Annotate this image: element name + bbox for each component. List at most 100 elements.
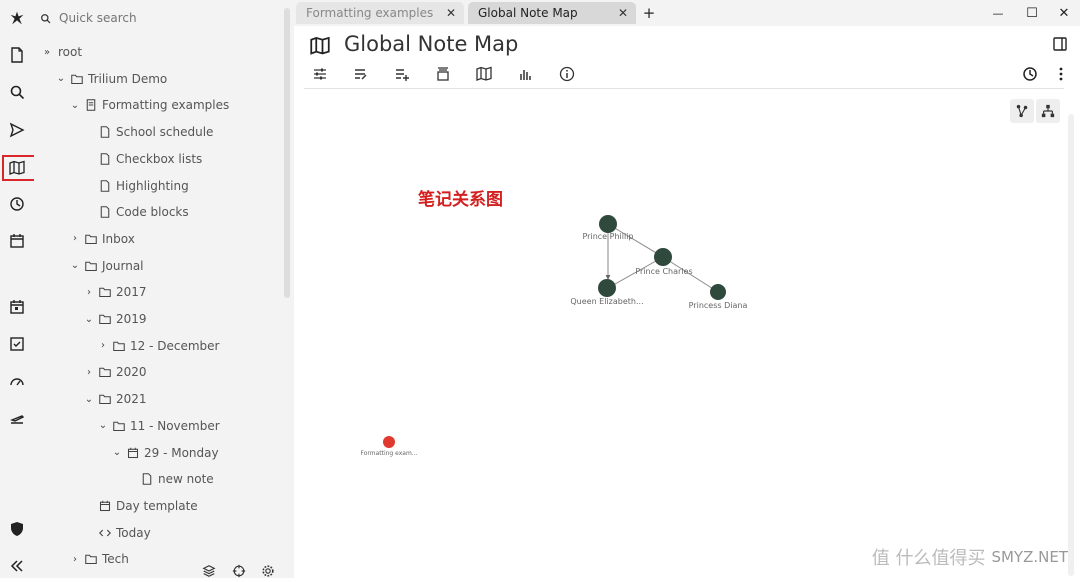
tree-item-inbox[interactable]: › Inbox	[68, 228, 135, 250]
tree-scrollbar[interactable]	[284, 8, 290, 298]
tree-item-journal[interactable]: ⌄ Journal	[68, 255, 144, 277]
launcher-bar	[0, 0, 34, 578]
code-icon	[98, 526, 112, 540]
tree-item-tech[interactable]: › Tech	[68, 548, 129, 570]
tree-item-highlighting[interactable]: Highlighting	[82, 175, 189, 197]
map-node-dot[interactable]	[383, 436, 395, 448]
folder-icon	[84, 552, 98, 566]
tree-item-2017[interactable]: › 2017	[82, 281, 147, 303]
more-options-icon[interactable]	[1051, 64, 1071, 84]
new-note-icon[interactable]	[0, 40, 34, 70]
today-icon[interactable]	[0, 292, 34, 322]
tree-item-11-november[interactable]: ⌄ 11 - November	[96, 415, 220, 437]
new-tab-button[interactable]: +	[639, 3, 659, 23]
map-node-prince-charles[interactable]: Prince Charles	[635, 248, 693, 276]
tree-item-2020[interactable]: › 2020	[82, 361, 147, 383]
shield-icon[interactable]	[0, 514, 34, 544]
map-node-label: Queen Elizabeth...	[570, 297, 643, 306]
search-icon[interactable]	[0, 77, 34, 107]
tab-global-note-map[interactable]: Global Note Map ✕	[468, 2, 636, 24]
close-window-button[interactable]: ✕	[1054, 3, 1074, 23]
layers-icon[interactable]	[202, 563, 216, 582]
tree-item-2021[interactable]: ⌄ 2021	[82, 388, 147, 410]
tree-item-today[interactable]: Today	[82, 522, 151, 544]
expand-toggle-icon[interactable]: ›	[68, 233, 82, 244]
watermark: 值 什么值得买 SMYZ.NET	[872, 544, 1068, 570]
tasks-icon[interactable]	[0, 329, 34, 359]
map-node-dot[interactable]	[654, 248, 672, 266]
close-tab-icon[interactable]: ✕	[618, 6, 628, 20]
note-map[interactable]: Prince Phillip Prince Charles Queen Eliz…	[304, 88, 1064, 579]
history-icon[interactable]	[0, 189, 34, 219]
tree-item-trilium-demo[interactable]: ⌄ Trilium Demo	[54, 68, 167, 90]
expand-toggle-icon[interactable]: ⌄	[82, 314, 96, 325]
tree-item-12-december[interactable]: › 12 - December	[96, 335, 219, 357]
tree-map-button[interactable]	[1036, 99, 1060, 123]
watermark-text: 值 什么值得买	[871, 548, 986, 569]
note-map-canvas[interactable]: Prince Phillip Prince Charles Queen Eliz…	[304, 89, 1064, 579]
folder-icon	[98, 365, 112, 379]
gear-icon[interactable]	[261, 563, 275, 582]
map-node-label: Formatting exam...	[360, 450, 417, 457]
collapse-icon[interactable]	[0, 551, 34, 581]
tree-item-label: Checkbox lists	[116, 151, 203, 166]
expand-toggle-icon[interactable]: ›	[82, 367, 96, 378]
expand-toggle-icon[interactable]: ⌄	[110, 447, 124, 458]
tree-item-2019[interactable]: ⌄ 2019	[82, 308, 147, 330]
tree-item-school-schedule[interactable]: School schedule	[82, 121, 213, 143]
info-icon[interactable]	[557, 64, 577, 84]
calendar-icon[interactable]	[0, 226, 34, 256]
crosshair-icon[interactable]	[232, 563, 246, 582]
tree-item-new-note[interactable]: new note	[124, 468, 214, 490]
maximize-button[interactable]: ☐	[1022, 3, 1042, 23]
note-title[interactable]: Global Note Map	[344, 32, 518, 56]
tree-item-29-monday[interactable]: ⌄ 29 - Monday	[110, 442, 219, 464]
expand-toggle-icon[interactable]: »	[40, 47, 54, 58]
map-node-dot[interactable]	[599, 215, 617, 233]
add-to-list-icon[interactable]	[392, 64, 412, 84]
tree-item-day-template[interactable]: Day template	[82, 495, 198, 517]
map-node-dot[interactable]	[598, 279, 616, 297]
tree-item-label: Inbox	[102, 231, 135, 246]
archive-icon[interactable]	[433, 64, 453, 84]
search-input[interactable]	[51, 10, 261, 26]
expand-toggle-icon[interactable]: ⌄	[54, 73, 68, 84]
tree-item-formatting-examples[interactable]: ⌄ Formatting examples	[68, 94, 229, 116]
history-icon[interactable]	[1020, 64, 1040, 84]
link-map-button[interactable]	[1010, 99, 1034, 123]
note-settings-icon[interactable]	[310, 64, 330, 84]
folder-icon	[112, 419, 126, 433]
expand-toggle-icon[interactable]: ⌄	[96, 420, 110, 431]
annotation-label: 笔记关系图	[418, 190, 503, 210]
close-tab-icon[interactable]: ✕	[446, 6, 456, 20]
expand-toggle-icon[interactable]: ›	[96, 340, 110, 351]
tab-formatting-examples[interactable]: Formatting examples ✕	[296, 2, 464, 24]
edit-list-icon[interactable]	[351, 64, 371, 84]
minimize-button[interactable]: —	[988, 3, 1008, 23]
trilium-logo-icon[interactable]	[0, 3, 34, 33]
map-node-queen-elizabeth[interactable]: Queen Elizabeth...	[570, 279, 644, 306]
tree-item-checkbox-lists[interactable]: Checkbox lists	[82, 148, 202, 170]
quick-search[interactable]	[40, 6, 280, 30]
map-scrollbar[interactable]	[1068, 114, 1074, 576]
note-icon	[98, 179, 112, 193]
expand-toggle-icon[interactable]: ›	[82, 287, 96, 298]
map-node-dot[interactable]	[710, 284, 726, 300]
send-icon[interactable]	[0, 115, 34, 145]
note-icon	[98, 125, 112, 139]
expand-toggle-icon[interactable]: ⌄	[82, 394, 96, 405]
expand-toggle-icon[interactable]: ›	[68, 554, 82, 565]
map-node-princess-diana[interactable]: Princess Diana	[689, 284, 748, 310]
map-icon[interactable]	[474, 64, 494, 84]
tree-item-root[interactable]: » root	[40, 41, 82, 63]
map-node-formatting-examples[interactable]: Formatting exam...	[360, 436, 418, 457]
expand-toggle-icon[interactable]: ⌄	[68, 100, 82, 111]
dashboard-icon[interactable]	[0, 366, 34, 396]
flight-icon[interactable]	[0, 403, 34, 433]
sidebar-toggle-icon[interactable]	[1052, 36, 1068, 56]
tree-item-code-blocks[interactable]: Code blocks	[82, 201, 189, 223]
map-node-prince-phillip[interactable]: Prince Phillip	[583, 215, 634, 241]
tree-item-label: 2020	[116, 365, 147, 380]
expand-toggle-icon[interactable]: ⌄	[68, 260, 82, 271]
stats-icon[interactable]	[516, 64, 536, 84]
